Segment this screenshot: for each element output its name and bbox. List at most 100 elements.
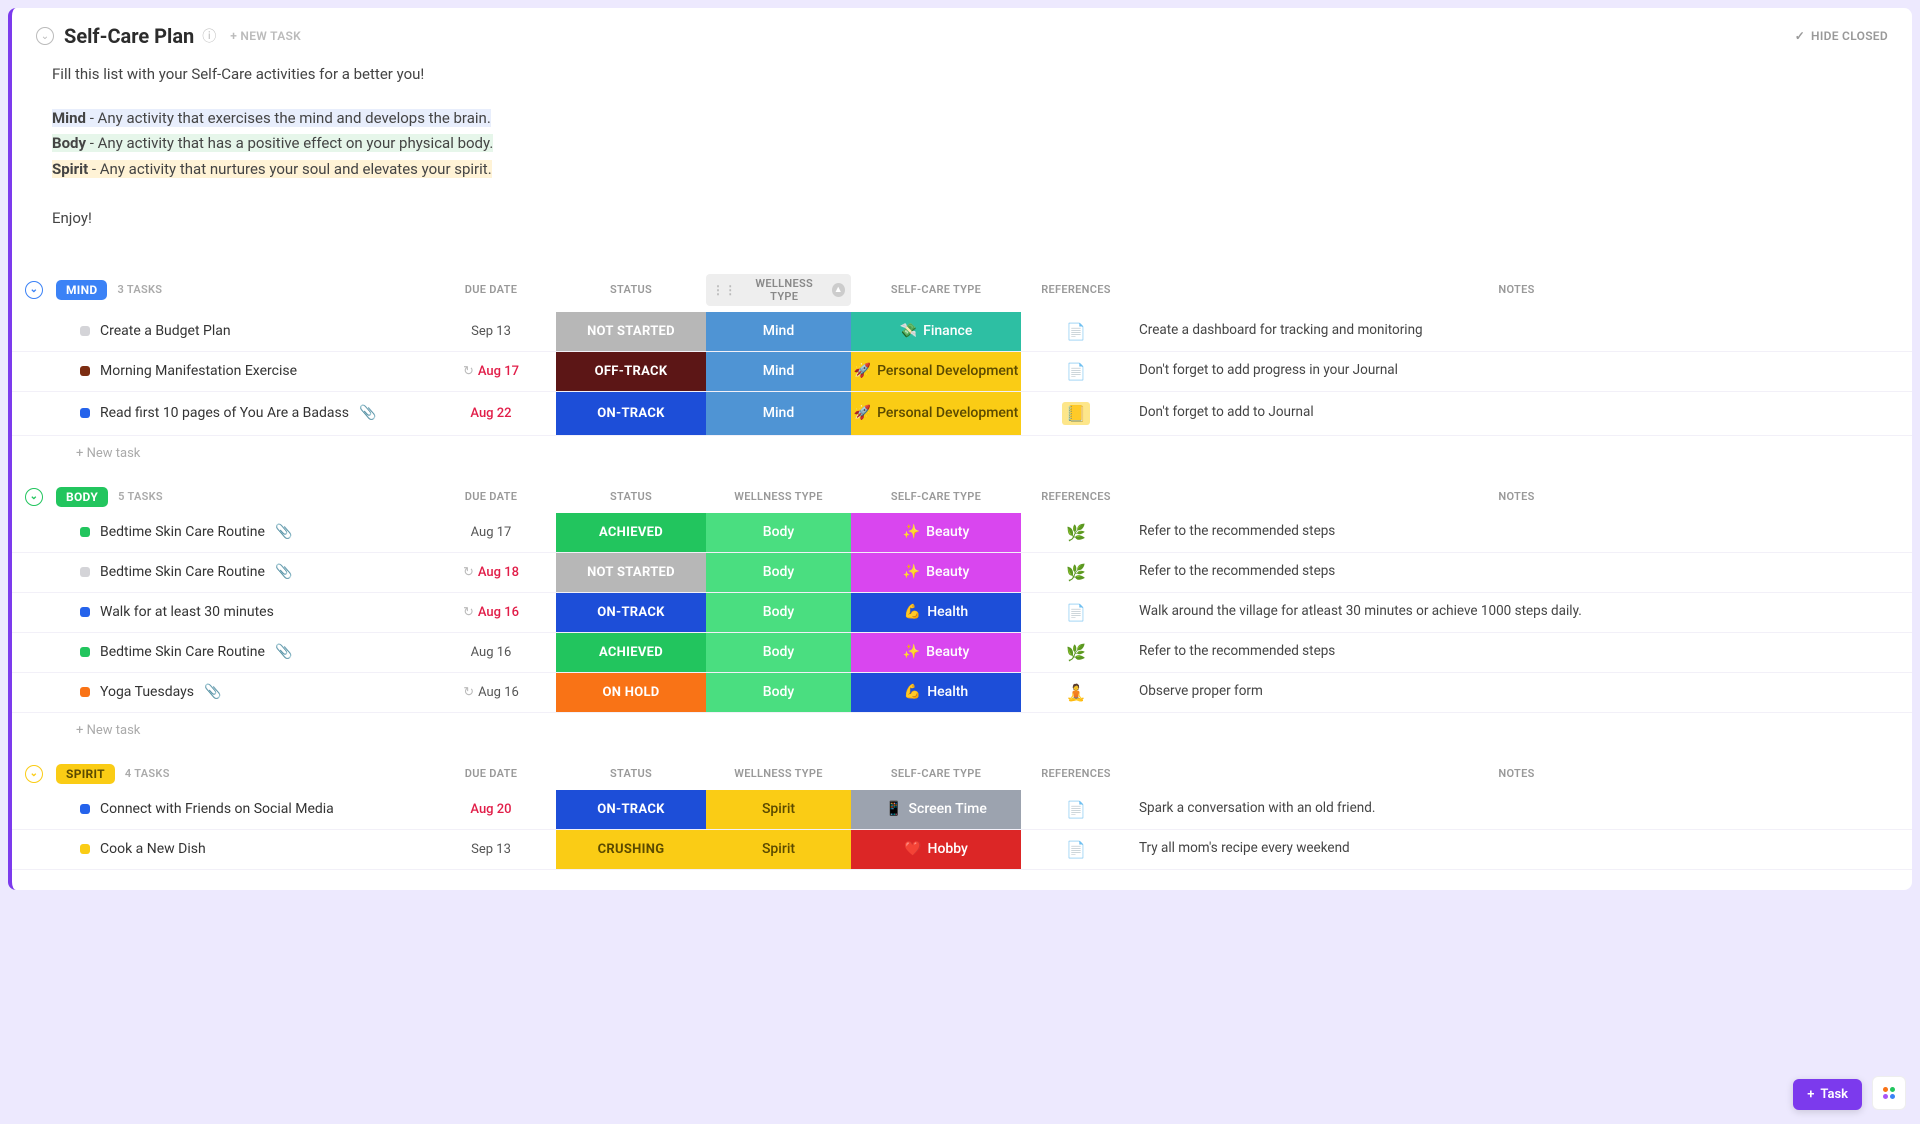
selfcare-cell[interactable]: 📱Screen Time — [851, 790, 1021, 829]
group-badge[interactable]: Spirit — [56, 764, 115, 784]
column-header-refs[interactable]: REFERENCES — [1021, 767, 1131, 780]
references-cell[interactable]: 🧘 — [1021, 673, 1131, 712]
notes-cell[interactable]: Don't forget to add progress in your Jou… — [1131, 352, 1912, 391]
selfcare-cell[interactable]: ✨Beauty — [851, 633, 1021, 672]
column-header-status[interactable]: STATUS — [556, 767, 706, 780]
wellness-cell[interactable]: Mind — [706, 392, 851, 435]
attachment-icon[interactable]: 📎 — [359, 405, 376, 421]
notes-cell[interactable]: Refer to the recommended steps — [1131, 633, 1912, 672]
task-row[interactable]: Bedtime Skin Care Routine📎↻Aug 18NOT STA… — [12, 553, 1912, 593]
group-collapse-icon[interactable]: ⌄ — [25, 488, 43, 506]
selfcare-cell[interactable]: 🚀Personal Development — [851, 392, 1021, 435]
group-collapse-icon[interactable]: ⌄ — [25, 765, 43, 783]
task-name-cell[interactable]: Morning Manifestation Exercise — [56, 352, 426, 391]
new-task-row-button[interactable]: + New task — [12, 713, 1912, 742]
notes-cell[interactable]: Walk around the village for atleast 30 m… — [1131, 593, 1912, 632]
notes-cell[interactable]: Try all mom's recipe every weekend — [1131, 830, 1912, 869]
references-cell[interactable]: 📒 — [1021, 392, 1131, 435]
column-header-status[interactable]: STATUS — [556, 490, 706, 503]
due-date-cell[interactable]: Aug 17 — [426, 513, 556, 552]
sort-icon[interactable]: ▲ — [832, 283, 845, 297]
column-header-care[interactable]: SELF-CARE TYPE — [851, 767, 1021, 780]
collapse-toggle-icon[interactable]: ⌄ — [36, 27, 54, 45]
wellness-cell[interactable]: Mind — [706, 312, 851, 351]
task-name-cell[interactable]: Cook a New Dish — [56, 830, 426, 869]
references-cell[interactable]: 🌿 — [1021, 513, 1131, 552]
attachment-icon[interactable]: 📎 — [275, 644, 292, 660]
references-cell[interactable]: 📄 — [1021, 312, 1131, 351]
references-cell[interactable]: 📄 — [1021, 352, 1131, 391]
column-header-due[interactable]: DUE DATE — [426, 490, 556, 503]
attachment-icon[interactable]: 📎 — [275, 564, 292, 580]
task-name-cell[interactable]: Read first 10 pages of You Are a Badass📎 — [56, 392, 426, 435]
selfcare-cell[interactable]: 💪Health — [851, 593, 1021, 632]
floating-task-button[interactable]: + Task — [1793, 1079, 1862, 1110]
column-header-refs[interactable]: REFERENCES — [1021, 490, 1131, 503]
notes-cell[interactable]: Observe proper form — [1131, 673, 1912, 712]
column-header-notes[interactable]: NOTES — [1131, 490, 1902, 503]
wellness-cell[interactable]: Body — [706, 513, 851, 552]
wellness-cell[interactable]: Body — [706, 553, 851, 592]
selfcare-cell[interactable]: 🚀Personal Development — [851, 352, 1021, 391]
task-row[interactable]: Yoga Tuesdays📎↻Aug 16ON HOLDBody💪Health🧘… — [12, 673, 1912, 713]
task-row[interactable]: Walk for at least 30 minutes↻Aug 16ON-TR… — [12, 593, 1912, 633]
column-header-wellness[interactable]: ⋮⋮WELLNESS TYPE▲ — [706, 274, 851, 306]
status-cell[interactable]: CRUSHING — [556, 830, 706, 869]
column-header-notes[interactable]: NOTES — [1131, 767, 1902, 780]
status-cell[interactable]: ON-TRACK — [556, 593, 706, 632]
task-name-cell[interactable]: Bedtime Skin Care Routine📎 — [56, 553, 426, 592]
task-name-cell[interactable]: Create a Budget Plan — [56, 312, 426, 351]
new-task-header-button[interactable]: + NEW TASK — [230, 29, 301, 43]
selfcare-cell[interactable]: ❤️Hobby — [851, 830, 1021, 869]
column-header-refs[interactable]: REFERENCES — [1021, 283, 1131, 296]
due-date-cell[interactable]: Aug 20 — [426, 790, 556, 829]
task-row[interactable]: Create a Budget PlanSep 13NOT STARTEDMin… — [12, 312, 1912, 352]
column-header-care[interactable]: SELF-CARE TYPE — [851, 283, 1021, 296]
hide-closed-button[interactable]: ✓ HIDE CLOSED — [1795, 29, 1888, 43]
column-header-due[interactable]: DUE DATE — [426, 767, 556, 780]
column-header-due[interactable]: DUE DATE — [426, 283, 556, 296]
task-row[interactable]: Morning Manifestation Exercise↻Aug 17OFF… — [12, 352, 1912, 392]
status-cell[interactable]: NOT STARTED — [556, 312, 706, 351]
notes-cell[interactable]: Spark a conversation with an old friend. — [1131, 790, 1912, 829]
task-row[interactable]: Bedtime Skin Care Routine📎Aug 17ACHIEVED… — [12, 513, 1912, 553]
references-cell[interactable]: 📄 — [1021, 790, 1131, 829]
task-name-cell[interactable]: Connect with Friends on Social Media — [56, 790, 426, 829]
wellness-cell[interactable]: Body — [706, 633, 851, 672]
info-icon[interactable]: ⓘ — [202, 26, 216, 46]
due-date-cell[interactable]: ↻Aug 17 — [426, 352, 556, 391]
wellness-cell[interactable]: Spirit — [706, 790, 851, 829]
notes-cell[interactable]: Refer to the recommended steps — [1131, 513, 1912, 552]
references-cell[interactable]: 🌿 — [1021, 553, 1131, 592]
due-date-cell[interactable]: ↻Aug 18 — [426, 553, 556, 592]
attachment-icon[interactable]: 📎 — [204, 684, 221, 700]
new-task-row-button[interactable]: + New task — [12, 436, 1912, 465]
status-cell[interactable]: ACHIEVED — [556, 633, 706, 672]
column-header-status[interactable]: STATUS — [556, 283, 706, 296]
status-cell[interactable]: OFF-TRACK — [556, 352, 706, 391]
column-header-notes[interactable]: NOTES — [1131, 283, 1902, 296]
selfcare-cell[interactable]: ✨Beauty — [851, 513, 1021, 552]
due-date-cell[interactable]: Aug 16 — [426, 633, 556, 672]
task-row[interactable]: Cook a New DishSep 13CRUSHINGSpirit❤️Hob… — [12, 830, 1912, 870]
group-badge[interactable]: Mind — [56, 280, 107, 300]
references-cell[interactable]: 📄 — [1021, 830, 1131, 869]
selfcare-cell[interactable]: ✨Beauty — [851, 553, 1021, 592]
references-cell[interactable]: 📄 — [1021, 593, 1131, 632]
due-date-cell[interactable]: Sep 13 — [426, 830, 556, 869]
wellness-cell[interactable]: Mind — [706, 352, 851, 391]
due-date-cell[interactable]: ↻Aug 16 — [426, 673, 556, 712]
task-row[interactable]: Connect with Friends on Social MediaAug … — [12, 790, 1912, 830]
notes-cell[interactable]: Refer to the recommended steps — [1131, 553, 1912, 592]
wellness-cell[interactable]: Body — [706, 593, 851, 632]
group-collapse-icon[interactable]: ⌄ — [25, 281, 43, 299]
status-cell[interactable]: ON HOLD — [556, 673, 706, 712]
status-cell[interactable]: ACHIEVED — [556, 513, 706, 552]
column-header-wellness[interactable]: WELLNESS TYPE — [706, 767, 851, 780]
due-date-cell[interactable]: ↻Aug 16 — [426, 593, 556, 632]
column-header-care[interactable]: SELF-CARE TYPE — [851, 490, 1021, 503]
wellness-cell[interactable]: Body — [706, 673, 851, 712]
references-cell[interactable]: 🌿 — [1021, 633, 1131, 672]
group-badge[interactable]: Body — [56, 487, 108, 507]
floating-apps-button[interactable] — [1872, 1076, 1906, 1110]
